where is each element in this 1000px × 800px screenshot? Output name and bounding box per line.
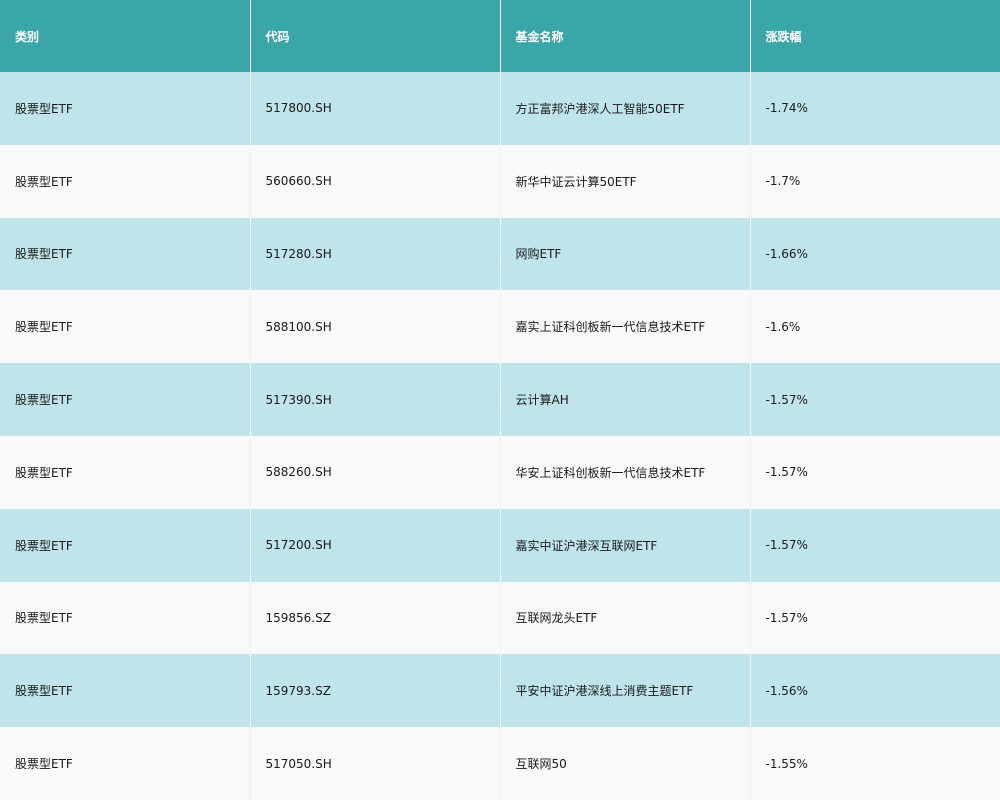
- cell-change: -1.74%: [749, 72, 1000, 145]
- table-header: 类别 代码 基金名称 涨跌幅: [0, 0, 1000, 72]
- table-body: 股票型ETF 517800.SH 方正富邦沪港深人工智能50ETF -1.74%…: [0, 72, 1000, 800]
- cell-fund-name: 方正富邦沪港深人工智能50ETF: [499, 72, 750, 145]
- column-header-change[interactable]: 涨跌幅: [749, 0, 1000, 72]
- table-row[interactable]: 股票型ETF 517390.SH 云计算AH -1.57%: [0, 363, 1000, 436]
- cell-code: 517200.SH: [249, 508, 500, 582]
- cell-change: -1.6%: [749, 290, 1000, 364]
- cell-code: 560660.SH: [249, 144, 500, 218]
- table-row[interactable]: 股票型ETF 517800.SH 方正富邦沪港深人工智能50ETF -1.74%: [0, 72, 1000, 145]
- table-row[interactable]: 股票型ETF 517280.SH 网购ETF -1.66%: [0, 217, 1000, 291]
- cell-fund-name: 云计算AH: [499, 363, 750, 436]
- cell-category: 股票型ETF: [0, 581, 250, 655]
- cell-change: -1.66%: [749, 217, 1000, 291]
- header-row: 类别 代码 基金名称 涨跌幅: [0, 0, 1000, 72]
- cell-category: 股票型ETF: [0, 435, 250, 509]
- cell-category: 股票型ETF: [0, 72, 250, 145]
- cell-code: 159793.SZ: [249, 654, 500, 728]
- cell-code: 588100.SH: [249, 290, 500, 364]
- cell-code: 588260.SH: [249, 435, 500, 509]
- cell-fund-name: 互联网龙头ETF: [499, 581, 750, 655]
- cell-fund-name: 华安上证科创板新一代信息技术ETF: [499, 435, 750, 509]
- cell-change: -1.56%: [749, 654, 1000, 728]
- cell-change: -1.57%: [749, 435, 1000, 509]
- table-row[interactable]: 股票型ETF 560660.SH 新华中证云计算50ETF -1.7%: [0, 144, 1000, 218]
- column-header-fund-name[interactable]: 基金名称: [499, 0, 750, 72]
- cell-fund-name: 嘉实上证科创板新一代信息技术ETF: [499, 290, 750, 364]
- cell-category: 股票型ETF: [0, 508, 250, 582]
- cell-change: -1.57%: [749, 508, 1000, 582]
- cell-code: 517050.SH: [249, 727, 500, 800]
- table-row[interactable]: 股票型ETF 588100.SH 嘉实上证科创板新一代信息技术ETF -1.6%: [0, 290, 1000, 364]
- cell-code: 517800.SH: [249, 72, 500, 145]
- cell-change: -1.7%: [749, 144, 1000, 218]
- cell-category: 股票型ETF: [0, 363, 250, 436]
- cell-fund-name: 嘉实中证沪港深互联网ETF: [499, 508, 750, 582]
- table-row[interactable]: 股票型ETF 159793.SZ 平安中证沪港深线上消费主题ETF -1.56%: [0, 654, 1000, 728]
- cell-category: 股票型ETF: [0, 654, 250, 728]
- cell-code: 517390.SH: [249, 363, 500, 436]
- cell-change: -1.55%: [749, 727, 1000, 800]
- cell-fund-name: 新华中证云计算50ETF: [499, 144, 750, 218]
- table-row[interactable]: 股票型ETF 517050.SH 互联网50 -1.55%: [0, 727, 1000, 800]
- column-header-code[interactable]: 代码: [249, 0, 500, 72]
- cell-change: -1.57%: [749, 581, 1000, 655]
- table-row[interactable]: 股票型ETF 588260.SH 华安上证科创板新一代信息技术ETF -1.57…: [0, 435, 1000, 509]
- column-header-category[interactable]: 类别: [0, 0, 250, 72]
- cell-fund-name: 平安中证沪港深线上消费主题ETF: [499, 654, 750, 728]
- cell-category: 股票型ETF: [0, 290, 250, 364]
- cell-fund-name: 互联网50: [499, 727, 750, 800]
- cell-code: 159856.SZ: [249, 581, 500, 655]
- table-row[interactable]: 股票型ETF 159856.SZ 互联网龙头ETF -1.57%: [0, 581, 1000, 655]
- table-row[interactable]: 股票型ETF 517200.SH 嘉实中证沪港深互联网ETF -1.57%: [0, 508, 1000, 582]
- cell-change: -1.57%: [749, 363, 1000, 436]
- cell-category: 股票型ETF: [0, 144, 250, 218]
- cell-fund-name: 网购ETF: [499, 217, 750, 291]
- fund-table: 类别 代码 基金名称 涨跌幅 股票型ETF 517800.SH 方正富邦沪港深人…: [0, 0, 1000, 800]
- cell-code: 517280.SH: [249, 217, 500, 291]
- cell-category: 股票型ETF: [0, 217, 250, 291]
- cell-category: 股票型ETF: [0, 727, 250, 800]
